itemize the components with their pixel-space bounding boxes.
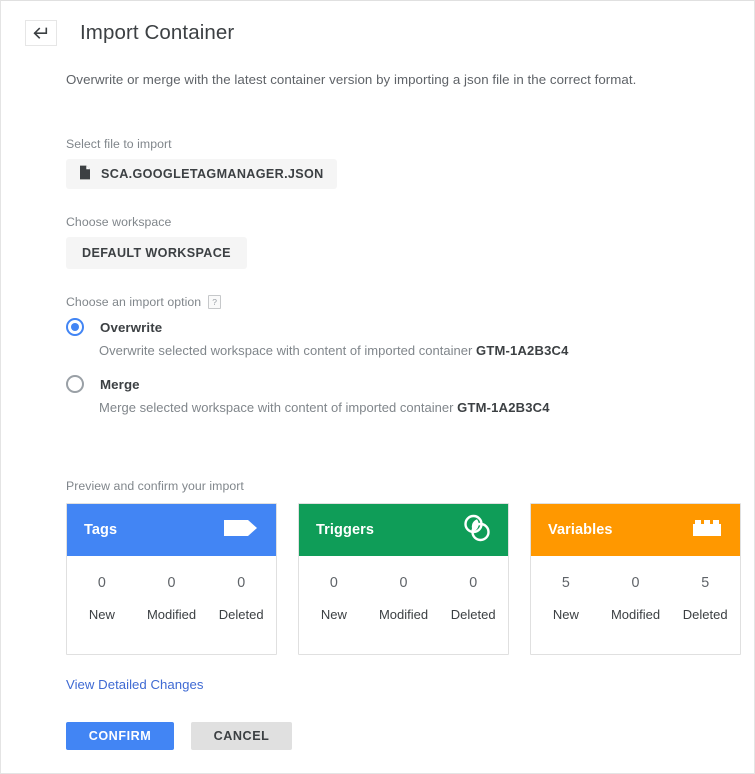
preview-section: Preview and confirm your import Tags 0 N…	[66, 479, 754, 655]
stat-variables-modified: 0 Modified	[601, 573, 671, 623]
stat-label: Modified	[610, 607, 661, 622]
preview-card-tags: Tags 0 New 0 Modified 0 Deleted	[66, 503, 277, 655]
card-stats-triggers: 0 New 0 Modified 0 Deleted	[299, 556, 508, 639]
selected-file-name: SCA.GOOGLETAGMANAGER.JSON	[101, 167, 324, 181]
stat-label: Deleted	[682, 607, 728, 622]
preview-cards: Tags 0 New 0 Modified 0 Deleted Triggers…	[66, 503, 754, 655]
card-title-variables: Variables	[548, 522, 613, 538]
merge-container-id: GTM-1A2B3C4	[457, 400, 550, 415]
help-question-icon[interactable]: ?	[208, 295, 222, 309]
card-title-tags: Tags	[84, 522, 118, 538]
workspace-chip[interactable]: DEFAULT WORKSPACE	[66, 237, 247, 269]
trigger-circles-icon	[462, 513, 492, 548]
lego-brick-icon	[690, 516, 724, 545]
stat-label: New	[320, 607, 347, 622]
preview-label: Preview and confirm your import	[66, 479, 244, 493]
page-header: Import Container	[1, 1, 754, 46]
import-container-page: Import Container Overwrite or merge with…	[0, 0, 755, 774]
radio-merge-label: Merge	[100, 376, 140, 392]
stat-label: Deleted	[218, 607, 264, 622]
workspace-value: DEFAULT WORKSPACE	[82, 246, 231, 260]
radio-overwrite[interactable]	[66, 318, 84, 336]
card-stats-variables: 5 New 0 Modified 5 Deleted	[531, 556, 740, 639]
stat-value: 5	[701, 575, 710, 591]
card-header-triggers: Triggers	[299, 504, 508, 556]
stat-triggers-modified: 0 Modified	[369, 573, 439, 623]
radio-merge[interactable]	[66, 375, 84, 393]
form-body: Select file to import SCA.GOOGLETAGMANAG…	[1, 137, 754, 750]
radio-row-overwrite[interactable]: Overwrite	[66, 315, 754, 339]
preview-card-triggers: Triggers 0 New 0 Modified 0 Deleted	[298, 503, 509, 655]
stat-value: 5	[561, 575, 570, 591]
selected-file-chip[interactable]: SCA.GOOGLETAGMANAGER.JSON	[66, 159, 337, 189]
card-footer-spacer	[67, 639, 276, 654]
stat-value: 0	[329, 575, 338, 591]
preview-card-variables: Variables 5 New 0 Modified 5 Deleted	[530, 503, 741, 655]
stat-label: Modified	[378, 607, 429, 622]
card-header-tags: Tags	[67, 504, 276, 556]
stat-tags-modified: 0 Modified	[137, 573, 207, 623]
back-button[interactable]	[25, 20, 57, 46]
stat-value: 0	[469, 575, 478, 591]
stat-label: Deleted	[450, 607, 496, 622]
stat-value: 0	[631, 575, 640, 591]
cancel-button[interactable]: CANCEL	[191, 722, 292, 750]
card-footer-spacer	[531, 639, 740, 654]
import-option-overwrite[interactable]: Overwrite Overwrite selected workspace w…	[66, 315, 754, 358]
confirm-button[interactable]: CONFIRM	[66, 722, 174, 750]
card-title-triggers: Triggers	[316, 522, 375, 538]
stat-variables-deleted: 5 Deleted	[670, 573, 740, 623]
import-option-merge[interactable]: Merge Merge selected workspace with cont…	[66, 372, 754, 415]
stat-label: New	[88, 607, 115, 622]
action-buttons: CONFIRM CANCEL	[66, 722, 754, 750]
file-document-icon	[79, 165, 91, 183]
stat-value: 0	[399, 575, 408, 591]
merge-desc-text: Merge selected workspace with content of…	[99, 400, 458, 415]
stat-triggers-new: 0 New	[299, 573, 369, 623]
page-title: Import Container	[80, 20, 235, 44]
stat-value: 0	[97, 575, 106, 591]
import-option-section: Choose an import option ? Overwrite Over…	[66, 295, 754, 415]
select-file-section: Select file to import SCA.GOOGLETAGMANAG…	[66, 137, 754, 189]
radio-merge-description: Merge selected workspace with content of…	[99, 400, 754, 415]
view-detailed-changes-link[interactable]: View Detailed Changes	[66, 677, 203, 692]
stat-label: Modified	[146, 607, 197, 622]
import-option-label: Choose an import option	[66, 295, 202, 309]
overwrite-container-id: GTM-1A2B3C4	[476, 343, 569, 358]
stat-triggers-deleted: 0 Deleted	[438, 573, 508, 623]
page-subtitle: Overwrite or merge with the latest conta…	[66, 72, 637, 87]
stat-value: 0	[237, 575, 246, 591]
workspace-label: Choose workspace	[66, 215, 172, 229]
overwrite-desc-text: Overwrite selected workspace with conten…	[99, 343, 477, 358]
card-header-variables: Variables	[531, 504, 740, 556]
stat-variables-new: 5 New	[531, 573, 601, 623]
stat-tags-deleted: 0 Deleted	[206, 573, 276, 623]
select-file-label: Select file to import	[66, 137, 172, 151]
stat-value: 0	[167, 575, 176, 591]
tag-icon	[222, 515, 260, 546]
radio-overwrite-label: Overwrite	[100, 319, 163, 335]
card-stats-tags: 0 New 0 Modified 0 Deleted	[67, 556, 276, 639]
back-arrow-icon	[32, 26, 50, 40]
stat-label: New	[552, 607, 579, 622]
import-option-label-row: Choose an import option ?	[66, 295, 754, 309]
stat-tags-new: 0 New	[67, 573, 137, 623]
card-footer-spacer	[299, 639, 508, 654]
radio-overwrite-description: Overwrite selected workspace with conten…	[99, 343, 754, 358]
radio-row-merge[interactable]: Merge	[66, 372, 754, 396]
workspace-section: Choose workspace DEFAULT WORKSPACE	[66, 215, 754, 269]
